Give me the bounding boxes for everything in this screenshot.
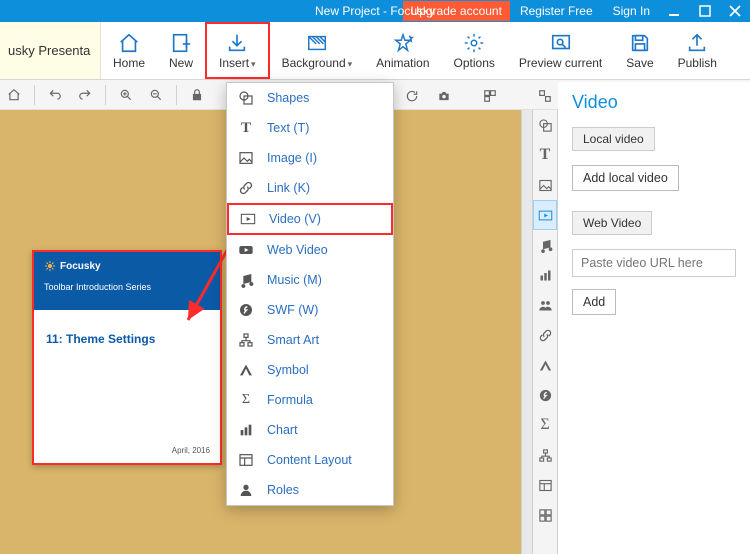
menu-item-video[interactable]: Video (V) [227,203,393,235]
window-title: New Project - Focusky [315,4,435,18]
rail-shapes[interactable] [533,110,557,140]
local-video-tab[interactable]: Local video [572,127,655,151]
add-local-video-button[interactable]: Add local video [572,165,679,191]
chart-icon [237,421,255,439]
menu-item-music[interactable]: Music (M) [227,265,393,295]
web-video-tab[interactable]: Web Video [572,211,652,235]
link-icon [237,179,255,197]
text-icon: T [237,119,255,137]
menu-item-link[interactable]: Link (K) [227,173,393,203]
options-icon [463,32,485,54]
rail-chart[interactable] [533,260,557,290]
video-panel: Video Local video Add local video Web Vi… [558,82,750,554]
menu-item-swf[interactable]: SWF (W) [227,295,393,325]
options-button[interactable]: Options [442,22,507,79]
panel-title: Video [572,92,736,113]
smartart-icon [237,331,255,349]
signin-link[interactable]: Sign In [603,1,660,21]
roles-icon [237,481,255,499]
undo-button[interactable] [45,85,65,105]
save-button[interactable]: Save [614,22,665,79]
rail-video[interactable] [533,200,557,230]
close-button[interactable] [720,0,750,22]
titlebar: New Project - Focusky Upgrade account Re… [0,0,750,22]
rail-roles[interactable] [533,290,557,320]
rail-image[interactable] [533,170,557,200]
insert-icon [226,32,248,54]
menu-item-text[interactable]: TText (T) [227,113,393,143]
video-icon [239,210,257,228]
animation-icon [392,32,414,54]
rail-text[interactable]: T [533,140,557,170]
menu-item-formula[interactable]: ΣFormula [227,385,393,415]
flash-icon [237,301,255,319]
menu-item-symbol[interactable]: Symbol [227,355,393,385]
insert-dropdown-menu: Shapes TText (T) Image (I) Link (K) Vide… [226,82,394,506]
redo-button[interactable] [75,85,95,105]
right-tool-rail: T Σ [532,82,558,554]
preview-button[interactable]: Preview current [507,22,614,79]
menu-item-smart-art[interactable]: Smart Art [227,325,393,355]
rail-swf[interactable] [533,380,557,410]
sunburst-icon [44,260,56,272]
preview-icon [550,32,572,54]
menu-item-image[interactable]: Image (I) [227,143,393,173]
image-icon [237,149,255,167]
home-button[interactable]: Home [101,22,157,79]
rail-more[interactable] [533,500,557,530]
rail-symbol[interactable] [533,350,557,380]
maximize-button[interactable] [690,0,720,22]
register-link[interactable]: Register Free [510,1,603,21]
publish-icon [686,32,708,54]
publish-button[interactable]: Publish [666,22,729,79]
menu-item-roles[interactable]: Roles [227,475,393,505]
music-icon [237,271,255,289]
rail-formula[interactable]: Σ [533,410,557,440]
ribbon-toolbar: usky Presenta Home New Insert▾ Backgroun… [0,22,750,80]
layout-icon [237,451,255,469]
menu-item-shapes[interactable]: Shapes [227,83,393,113]
shapes-icon [237,89,255,107]
lock-button[interactable] [187,85,207,105]
camera-button[interactable] [435,87,453,105]
insert-button[interactable]: Insert▾ [205,22,270,79]
add-web-video-button[interactable]: Add [572,289,616,315]
slide-date: April, 2016 [172,446,210,455]
menu-item-chart[interactable]: Chart [227,415,393,445]
home-small-icon[interactable] [4,85,24,105]
new-button[interactable]: New [157,22,205,79]
zoom-out-button[interactable] [146,85,166,105]
formula-icon: Σ [237,391,255,409]
menu-item-content-layout[interactable]: Content Layout [227,445,393,475]
video-url-input[interactable] [572,249,736,277]
refresh-button[interactable] [403,87,421,105]
background-icon [306,32,328,54]
file-tab[interactable]: usky Presenta [0,22,101,79]
minimize-button[interactable] [660,0,690,22]
rail-layout[interactable] [533,470,557,500]
rail-link[interactable] [533,320,557,350]
save-icon [629,32,651,54]
new-icon [170,32,192,54]
mini-tools [395,82,532,110]
animation-button[interactable]: Animation [364,22,441,79]
rail-smartart[interactable] [533,440,557,470]
background-button[interactable]: Background▾ [270,22,365,79]
zoom-in-button[interactable] [116,85,136,105]
youtube-icon [237,241,255,259]
menu-item-web-video[interactable]: Web Video [227,235,393,265]
rail-top-tool[interactable] [532,82,558,110]
symbol-icon [237,361,255,379]
rail-music[interactable] [533,230,557,260]
layout-button[interactable] [481,87,499,105]
home-icon [118,32,140,54]
